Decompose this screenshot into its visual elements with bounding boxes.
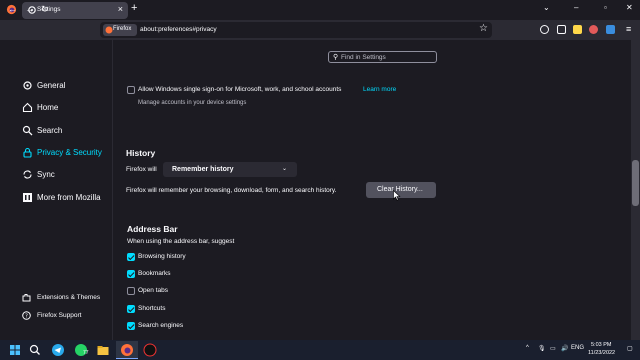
network-icon[interactable]: ▭ [550, 345, 556, 352]
tray-chevron-icon[interactable]: ^ [526, 345, 529, 351]
identity-label: Firefox [113, 26, 132, 32]
gear-icon [23, 81, 32, 90]
open-tabs-label: Open tabs [138, 287, 168, 294]
sidebar-item-home[interactable]: Home [22, 102, 58, 113]
sidebar-extensions-themes[interactable]: Extensions & Themes [22, 293, 100, 302]
minimize-icon[interactable]: – [574, 3, 578, 12]
app-taskbar-icon[interactable] [143, 343, 157, 357]
help-icon: ? [22, 311, 31, 320]
pocket-icon[interactable] [540, 25, 549, 34]
history-will-label: Firefox will [126, 166, 157, 173]
sidebar-item-privacy[interactable]: Privacy & Security [22, 147, 102, 158]
close-tab-icon[interactable]: × [118, 4, 123, 14]
sso-checkbox[interactable] [127, 86, 135, 94]
volume-icon[interactable]: 🔊 [561, 345, 568, 352]
list-tabs-icon[interactable]: ⌄ [543, 3, 550, 12]
hamburger-menu-icon[interactable]: ≡ [626, 24, 631, 34]
clock-time[interactable]: 5:03 PM [591, 342, 611, 348]
sidebar-item-label: General [37, 81, 66, 90]
reload-icon[interactable]: ↻ [41, 4, 49, 15]
home-icon [22, 102, 33, 113]
notification-icon[interactable]: ▢ [627, 345, 633, 352]
puzzle-icon [22, 294, 31, 302]
search-engines-checkbox[interactable] [127, 322, 135, 330]
sidebar-footer-label: Extensions & Themes [37, 294, 101, 301]
windows-start-icon[interactable] [8, 343, 22, 357]
sync-icon [23, 170, 32, 179]
sidebar-item-more-from-mozilla[interactable]: More from Mozilla [22, 192, 101, 203]
sso-subtext: Manage accounts in your device settings [138, 100, 247, 106]
microphone-icon[interactable]: 🎙 [538, 345, 546, 352]
back-icon[interactable]: ← [8, 4, 17, 14]
maximize-icon[interactable]: ▫ [604, 3, 607, 12]
extension-icon-3[interactable] [606, 25, 615, 34]
extension-icon-2[interactable] [589, 25, 598, 34]
sidebar-item-label: Privacy & Security [37, 148, 102, 157]
whatsapp-badge: 77 [83, 350, 89, 356]
extension-icon[interactable] [573, 25, 582, 34]
search-icon [22, 125, 33, 136]
new-tab-icon[interactable]: + [131, 2, 137, 14]
history-heading: History [126, 148, 156, 158]
browsing-history-label: Browsing history [138, 253, 186, 260]
search-icon: ⚲ [333, 54, 339, 61]
telegram-icon[interactable] [51, 343, 65, 357]
sidebar-item-label: Sync [37, 170, 55, 179]
firefox-taskbar-icon[interactable] [120, 343, 134, 357]
url-text[interactable]: about:preferences#privacy [140, 26, 217, 33]
shortcuts-label: Shortcuts [138, 305, 166, 312]
address-bar-heading: Address Bar [127, 224, 178, 234]
mouse-cursor-icon [393, 190, 401, 201]
language-indicator[interactable]: ENG [571, 345, 584, 351]
sidebar-item-label: Home [37, 103, 59, 112]
bookmarks-label: Bookmarks [138, 270, 171, 277]
search-icon[interactable] [28, 343, 42, 357]
sidebar-item-label: Search [37, 126, 63, 135]
open-tabs-checkbox[interactable] [127, 287, 135, 295]
history-description: Firefox will remember your browsing, dow… [126, 187, 337, 194]
window-close-icon[interactable]: ✕ [626, 3, 633, 12]
search-placeholder: Find in Settings [341, 54, 386, 61]
browsing-history-checkbox[interactable] [127, 253, 135, 261]
search-engines-label: Search engines [138, 322, 184, 329]
address-bar-suggest-label: When using the address bar, suggest [127, 238, 235, 245]
lock-icon [23, 147, 32, 158]
sidebar-item-search[interactable]: Search [22, 125, 62, 136]
forward-icon[interactable]: → [25, 4, 34, 14]
svg-text:?: ? [25, 314, 28, 320]
bookmark-star-icon[interactable]: ☆ [479, 23, 488, 34]
sidebar-firefox-support[interactable]: ? Firefox Support [22, 311, 81, 320]
clock-date[interactable]: 11/23/2022 [588, 350, 615, 356]
sidebar-item-general[interactable]: General [22, 80, 65, 91]
chevron-down-icon: ⌄ [282, 166, 288, 172]
shortcuts-checkbox[interactable] [127, 305, 135, 313]
sso-label: Allow Windows single sign-on for Microso… [138, 86, 342, 93]
sidebar-item-label: More from Mozilla [37, 193, 101, 202]
sidebar-item-sync[interactable]: Sync [22, 169, 55, 180]
firefox-icon [105, 26, 113, 34]
bookmarks-checkbox[interactable] [127, 270, 135, 278]
scrollbar-thumb[interactable] [632, 160, 639, 206]
download-icon[interactable] [557, 25, 566, 34]
history-mode-value: Remember history [172, 166, 234, 173]
mozilla-icon [23, 193, 32, 202]
tab-settings[interactable]: Settings × [22, 2, 128, 19]
file-explorer-icon[interactable] [96, 343, 110, 357]
learn-more-link[interactable]: Learn more [363, 86, 396, 93]
sidebar-footer-label: Firefox Support [37, 312, 82, 319]
